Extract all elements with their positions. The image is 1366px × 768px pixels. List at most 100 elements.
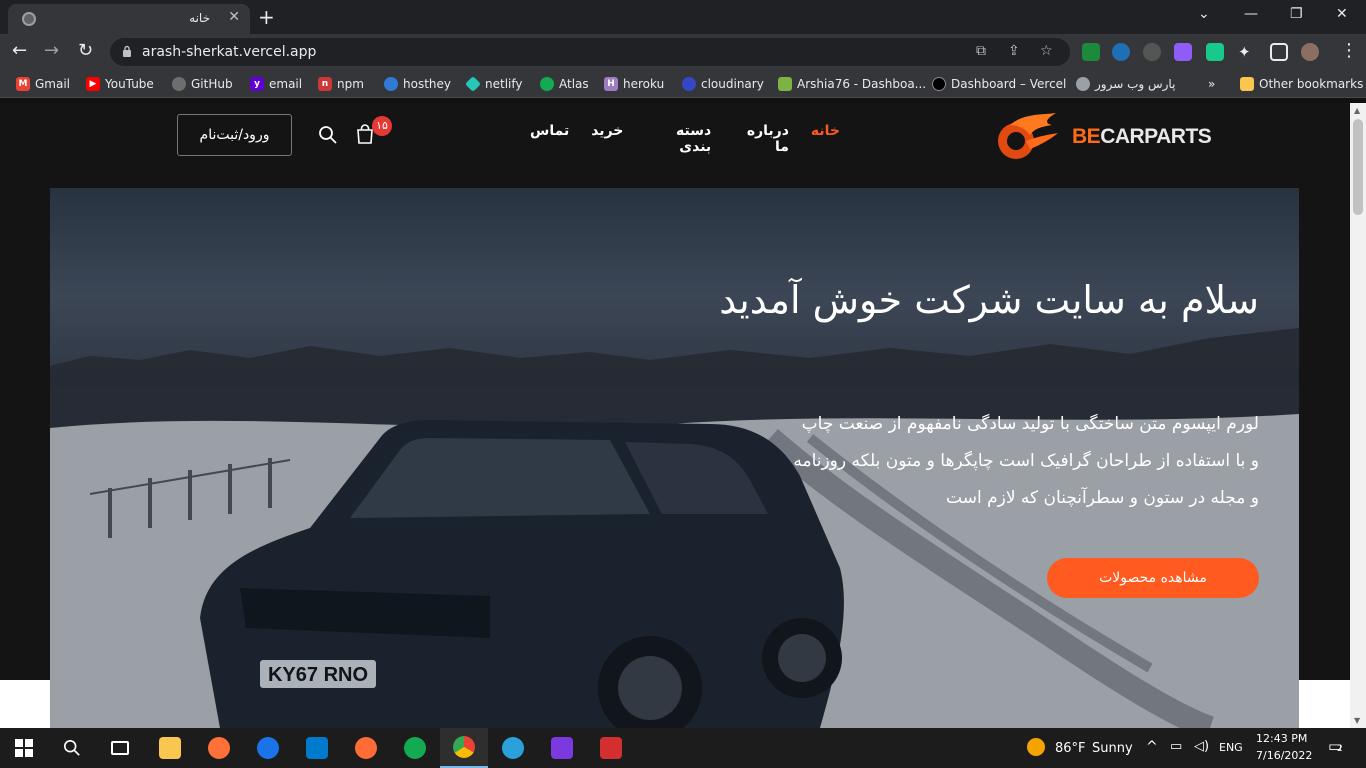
sun-weather-icon: [1027, 738, 1045, 756]
windows-taskbar: 86°F Sunny ^ ▭ ◁) ENG 12:43 PM 7/16/2022…: [0, 728, 1366, 768]
site-logo[interactable]: BECARPARTS: [990, 111, 1212, 163]
bookmark-npm[interactable]: n npm: [318, 76, 364, 92]
cart-button[interactable]: ۱۵: [354, 116, 392, 149]
bookmark-email[interactable]: y email: [250, 76, 302, 92]
react-devtools-icon[interactable]: [1112, 43, 1130, 61]
search-icon: [319, 126, 337, 144]
bookmarks-overflow[interactable]: »: [1208, 76, 1215, 92]
page-scrollbar[interactable]: ▲ ▼: [1350, 103, 1366, 728]
taskbar-postman[interactable]: [342, 728, 390, 768]
bookmark-github[interactable]: GitHub: [172, 76, 233, 92]
web-page: BECARPARTS خانه درباره ما دسته بندی خرید…: [0, 103, 1350, 728]
yahoo-icon: y: [250, 77, 264, 91]
tab-favicon-icon: [22, 12, 36, 26]
task-view-icon: [111, 741, 129, 755]
browser-tab[interactable]: خانه ✕: [8, 4, 250, 34]
folder-icon: [159, 737, 181, 759]
extensions-puzzle-icon[interactable]: ✦: [1238, 43, 1256, 61]
netlify-icon: [465, 76, 481, 92]
hero-title: سلام به سایت شرکت خوش آمدید: [719, 278, 1259, 322]
bookmark-youtube[interactable]: ▶ YouTube: [86, 76, 154, 92]
taskbar-vscode[interactable]: [293, 728, 341, 768]
clock-time[interactable]: 12:43 PM: [1256, 732, 1307, 745]
side-panel-icon[interactable]: [1270, 43, 1288, 61]
reload-button[interactable]: ↻: [78, 40, 93, 61]
telegram-icon: [502, 737, 524, 759]
avatar[interactable]: [1301, 43, 1319, 61]
task-view-button[interactable]: [96, 728, 144, 768]
tray-chevron-icon[interactable]: ^: [1146, 739, 1158, 755]
new-tab-button[interactable]: +: [258, 5, 275, 29]
bookmark-gmail[interactable]: M Gmail: [16, 76, 70, 92]
view-products-button[interactable]: مشاهده محصولات: [1047, 558, 1259, 598]
phpstorm-icon: [551, 737, 573, 759]
nav-link-contact[interactable]: تماس: [530, 123, 569, 155]
weather-temp[interactable]: 86°F: [1055, 741, 1086, 756]
nav-link-shop[interactable]: خرید: [591, 123, 623, 155]
nav-link-categories[interactable]: دسته بندی: [645, 123, 711, 155]
minimize-button[interactable]: —: [1244, 6, 1258, 22]
tab-strip: خانه ✕ + ⌄ — ❐ ✕: [0, 0, 1366, 34]
bookmark-hosthey[interactable]: hosthey: [384, 76, 451, 92]
extension-icon[interactable]: [1174, 43, 1192, 61]
translate-icon[interactable]: ⧉: [976, 43, 986, 59]
extension-icon[interactable]: [1082, 43, 1100, 61]
network-icon[interactable]: ▭: [1170, 739, 1182, 754]
bookmark-heroku[interactable]: H heroku: [604, 76, 664, 92]
language-indicator[interactable]: ENG: [1219, 741, 1243, 754]
close-tab-icon[interactable]: ✕: [228, 9, 240, 25]
hero-banner: KY67 RNO سلام به سایت شرکت خوش آمدید لور…: [50, 188, 1299, 728]
taskbar-file-explorer[interactable]: [146, 728, 194, 768]
other-bookmarks[interactable]: Other bookmarks: [1240, 76, 1363, 92]
clock-date[interactable]: 7/16/2022: [1256, 749, 1312, 762]
taskbar-firefox[interactable]: [195, 728, 243, 768]
logo-flame-icon: [998, 113, 1058, 159]
menu-kebab-icon[interactable]: ⋮: [1340, 40, 1358, 61]
search-button[interactable]: [318, 125, 338, 149]
atlas-icon: [540, 77, 554, 91]
psiphon-icon: [600, 737, 622, 759]
taskbar-telegram[interactable]: [489, 728, 537, 768]
taskbar-psiphon[interactable]: [587, 728, 635, 768]
restore-button[interactable]: ❐: [1290, 6, 1303, 22]
nav-link-home[interactable]: خانه: [811, 123, 840, 155]
volume-icon[interactable]: ◁): [1194, 739, 1209, 754]
share-icon[interactable]: ⇪: [1008, 43, 1020, 59]
taskbar-chrome[interactable]: [440, 728, 488, 768]
weather-desc[interactable]: Sunny: [1092, 741, 1133, 756]
close-window-button[interactable]: ✕: [1336, 6, 1348, 22]
bookmark-netlify[interactable]: netlify: [465, 76, 522, 92]
npm-icon: n: [318, 77, 332, 91]
lock-icon: [123, 45, 131, 57]
bookmark-vercel[interactable]: Dashboard – Vercel: [932, 76, 1066, 92]
scroll-up-arrow-icon[interactable]: ▲: [1354, 106, 1360, 115]
tab-title: خانه: [189, 11, 210, 25]
back-button[interactable]: ←: [12, 40, 27, 61]
extension-icon[interactable]: [1206, 43, 1224, 61]
taskbar-mongodb-compass[interactable]: [391, 728, 439, 768]
browser-toolbar: ← → ↻ arash-sherkat.vercel.app ⧉ ⇪ ☆ ✦ ⋮: [0, 34, 1366, 70]
extension-icon[interactable]: [1143, 43, 1161, 61]
bookmark-cloudinary[interactable]: cloudinary: [682, 76, 764, 92]
login-register-button[interactable]: ورود/ثبت‌نام: [177, 114, 292, 156]
app-icon: [257, 737, 279, 759]
search-taskbar-button[interactable]: [48, 728, 96, 768]
taskbar-phpstorm[interactable]: [538, 728, 586, 768]
nav-link-about[interactable]: درباره ما: [733, 123, 789, 155]
start-button[interactable]: [0, 728, 48, 768]
bookmark-pars-web[interactable]: پارس وب سرور: [1076, 76, 1175, 92]
taskbar-app[interactable]: [244, 728, 292, 768]
mongodb-icon: [404, 737, 426, 759]
scroll-down-arrow-icon[interactable]: ▼: [1354, 716, 1360, 725]
bookmark-atlas[interactable]: Atlas: [540, 76, 589, 92]
address-bar[interactable]: arash-sherkat.vercel.app ⧉ ⇪ ☆: [110, 38, 1070, 66]
folder-icon: [1240, 77, 1254, 91]
vscode-icon: [306, 737, 328, 759]
search-icon: [63, 739, 80, 756]
bookmark-arshia[interactable]: Arshia76 - Dashboa...: [778, 76, 926, 92]
bookmark-star-icon[interactable]: ☆: [1040, 43, 1053, 59]
scroll-thumb[interactable]: [1353, 119, 1363, 215]
forward-button[interactable]: →: [44, 40, 59, 61]
tab-search-icon[interactable]: ⌄: [1198, 6, 1210, 22]
github-icon: [172, 77, 186, 91]
